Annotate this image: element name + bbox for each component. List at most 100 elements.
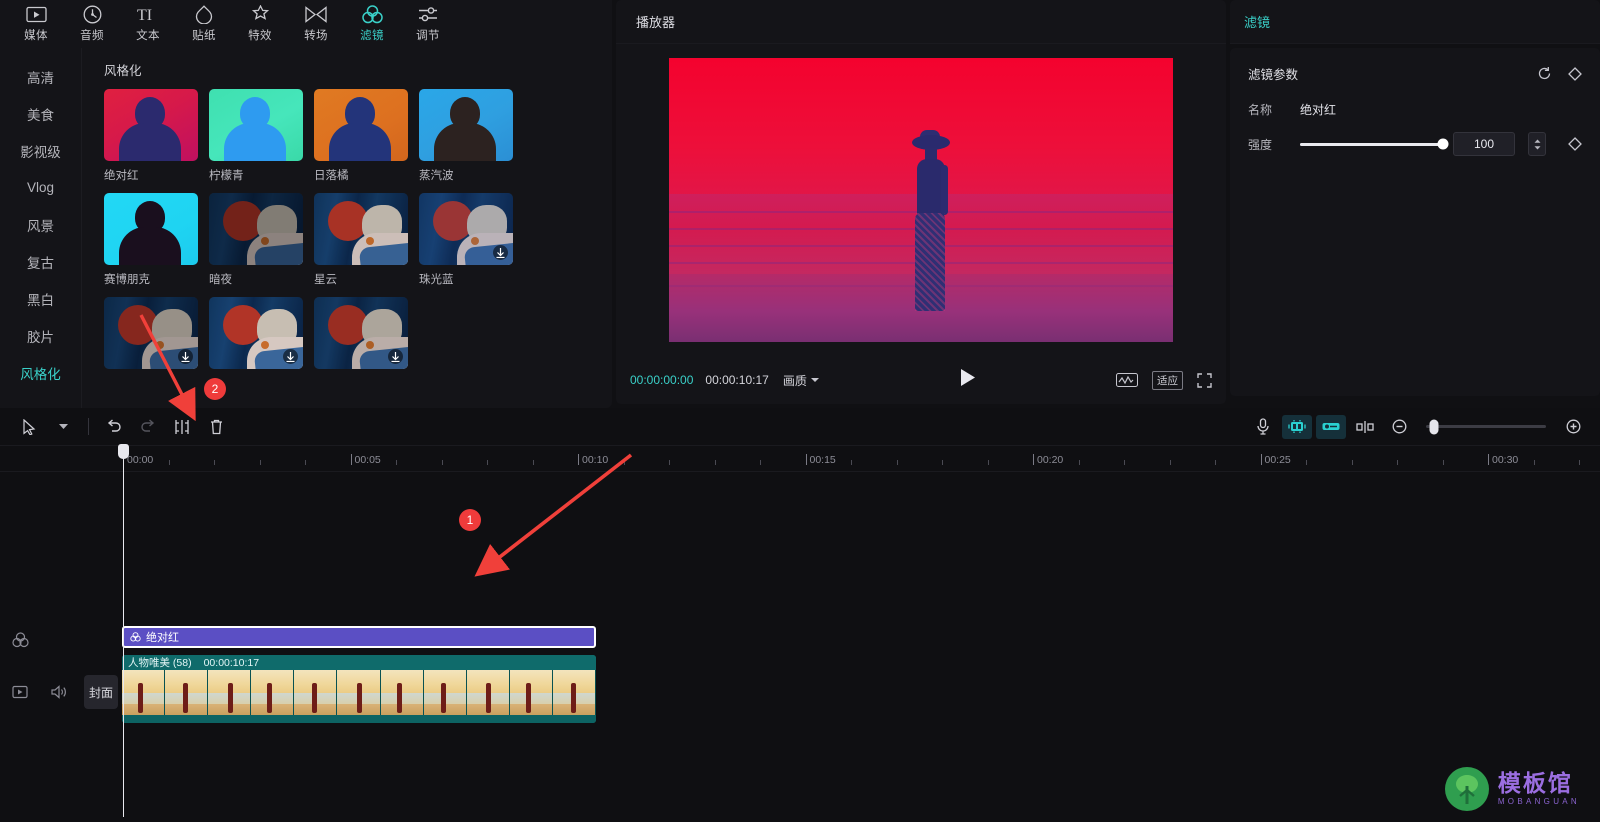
timeline-zoom-slider[interactable] — [1426, 419, 1546, 434]
filter-item[interactable]: 星云 — [314, 193, 408, 287]
tab-media[interactable]: 媒体 — [8, 1, 64, 47]
filter-item[interactable] — [209, 297, 303, 375]
preview-stage — [616, 44, 1226, 356]
fullscreen-button[interactable] — [1197, 372, 1212, 388]
tab-sticker[interactable]: 贴纸 — [176, 1, 232, 47]
cover-button[interactable]: 封面 — [84, 675, 118, 709]
fit-button[interactable]: 适应 — [1152, 370, 1183, 390]
filter-item[interactable]: 赛博朋克 — [104, 193, 198, 287]
undo-button[interactable] — [97, 412, 131, 442]
ruler-tick — [532, 460, 534, 465]
play-icon — [960, 369, 975, 386]
media-icon — [25, 5, 47, 24]
undo-icon — [107, 418, 121, 432]
ruler-tick — [259, 460, 261, 465]
record-audio-button[interactable] — [1248, 415, 1278, 439]
intensity-stepper[interactable] — [1528, 132, 1546, 156]
download-icon[interactable] — [493, 245, 508, 260]
zoom-out-button[interactable] — [1384, 415, 1414, 439]
video-clip-duration: 00:00:10:17 — [203, 656, 260, 669]
ruler-tick — [760, 460, 761, 465]
tab-filter[interactable]: 滤镜 — [344, 1, 400, 47]
split-button[interactable] — [165, 412, 199, 442]
cursor-icon — [22, 418, 35, 435]
filter-item[interactable] — [104, 297, 198, 375]
filter-thumbnail — [314, 193, 408, 265]
sidebar-item-7[interactable]: 胶片 — [0, 317, 81, 354]
filter-clip-label: 绝对红 — [146, 632, 179, 644]
play-button[interactable] — [960, 369, 975, 391]
quality-dropdown[interactable]: 画质 — [783, 372, 819, 389]
split-clip-icon — [1356, 420, 1374, 433]
sidebar-item-5[interactable]: 复古 — [0, 243, 81, 280]
player-controls: 00:00:00:00 00:00:10:17 画质 适应 — [616, 356, 1226, 404]
filter-label: 暗夜 — [209, 274, 232, 286]
sidebar-item-1[interactable]: 美食 — [0, 95, 81, 132]
tab-adjust[interactable]: 调节 — [400, 1, 456, 47]
ruler-tick — [1397, 460, 1398, 465]
redo-button[interactable] — [131, 412, 165, 442]
ruler-tick — [1533, 460, 1535, 465]
watermark: 模板馆 MOBANGUAN — [1444, 766, 1580, 812]
filter-item[interactable]: 绝对红 — [104, 89, 198, 183]
intensity-keyframe-button[interactable] — [1568, 137, 1582, 151]
filter-label: 珠光蓝 — [419, 274, 454, 286]
split-clip-button[interactable] — [1350, 415, 1380, 439]
sidebar-item-3[interactable]: Vlog — [0, 169, 81, 206]
filter-item[interactable]: 蒸汽波 — [419, 89, 513, 183]
reset-button[interactable] — [1537, 66, 1552, 81]
filter-clip[interactable]: 绝对红 — [122, 626, 596, 648]
tab-filter[interactable]: 滤镜 — [1244, 12, 1270, 31]
current-timecode[interactable]: 00:00:00:00 — [630, 373, 693, 387]
tab-transition[interactable]: 转场 — [288, 1, 344, 47]
filter-track-icon[interactable] — [8, 628, 32, 652]
scope-button[interactable] — [1116, 373, 1138, 387]
sidebar-item-8[interactable]: 风格化 — [0, 354, 81, 391]
text-icon: TI — [137, 5, 160, 24]
video-clip-header: 人物唯美 (58) 00:00:10:17 — [122, 655, 596, 670]
filter-item[interactable]: 暗夜 — [209, 193, 303, 287]
zoom-out-icon — [1392, 419, 1406, 434]
auto-caption-button[interactable] — [1282, 414, 1312, 439]
keyframe-button[interactable] — [1568, 66, 1582, 81]
ruler-tick — [1579, 460, 1580, 465]
filter-item[interactable] — [314, 297, 408, 375]
filter-item[interactable]: 柠檬青 — [209, 89, 303, 183]
sidebar-item-4[interactable]: 风景 — [0, 206, 81, 243]
download-icon[interactable] — [388, 349, 403, 364]
filter-clip-icon — [130, 632, 141, 642]
playhead[interactable] — [118, 444, 129, 817]
clip-thumbnail — [509, 670, 553, 715]
filter-item[interactable]: 日落橘 — [314, 89, 408, 183]
intensity-slider[interactable] — [1300, 138, 1449, 150]
sidebar-item-0[interactable]: 高清 — [0, 58, 81, 95]
timeline-ruler[interactable]: 00:00 00:05 00:10 00:15 00:20 00:25 00:30 — [0, 446, 1600, 472]
video-track-icon[interactable] — [8, 680, 32, 704]
download-icon[interactable] — [178, 349, 193, 364]
filter-thumbnail — [209, 193, 303, 265]
tab-label: 贴纸 — [192, 30, 216, 42]
intensity-value-input[interactable]: 100 — [1453, 132, 1515, 156]
tab-text[interactable]: TI 文本 — [120, 1, 176, 47]
keyframe-icon — [1568, 137, 1582, 151]
filter-thumbnail — [104, 297, 198, 369]
delete-button[interactable] — [199, 412, 233, 442]
volume-icon[interactable] — [46, 680, 70, 704]
ruler-tick — [1488, 454, 1489, 465]
ruler-tick — [1169, 460, 1171, 465]
sidebar-item-2[interactable]: 影视级 — [0, 132, 81, 169]
ruler-tick — [669, 460, 670, 465]
sidebar-item-6[interactable]: 黑白 — [0, 280, 81, 317]
download-icon[interactable] — [283, 349, 298, 364]
total-timecode: 00:00:10:17 — [705, 373, 769, 387]
filter-item[interactable]: 珠光蓝 — [419, 193, 513, 287]
tab-audio[interactable]: 音频 — [64, 1, 120, 47]
select-tool-button[interactable] — [12, 412, 46, 442]
zoom-in-button[interactable] — [1558, 415, 1588, 439]
video-clip[interactable]: 人物唯美 (58) 00:00:10:17 — [122, 655, 596, 723]
select-tool-dropdown[interactable] — [46, 412, 80, 442]
tab-effects[interactable]: 特效 — [232, 1, 288, 47]
split-icon — [175, 419, 189, 434]
tab-label: 滤镜 — [360, 30, 384, 42]
audio-mixer-button[interactable] — [1316, 414, 1346, 439]
